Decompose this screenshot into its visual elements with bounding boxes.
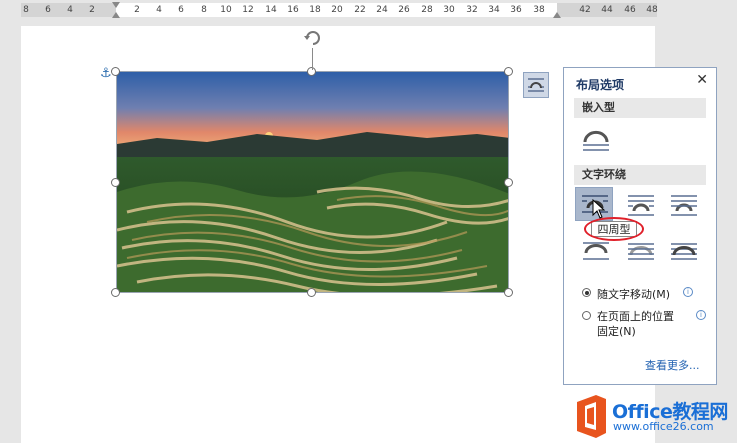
watermark-url: www.office26.com (613, 420, 714, 433)
in-front-text-option[interactable] (665, 235, 703, 269)
rotate-icon[interactable] (302, 27, 324, 49)
ruler-tick: 30 (443, 5, 455, 15)
move-with-text-radio[interactable] (582, 288, 591, 297)
resize-handle-bottom[interactable] (307, 288, 316, 297)
ruler-tick: 14 (265, 5, 277, 15)
fix-position-radio[interactable] (582, 311, 591, 320)
resize-handle-top-left[interactable] (111, 67, 120, 76)
first-line-indent-marker[interactable] (112, 2, 120, 8)
ruler-tick: 10 (220, 5, 232, 15)
close-icon[interactable]: ✕ (696, 72, 708, 88)
ruler-tick: 48 (646, 5, 658, 15)
behind-text-icon (628, 243, 654, 260)
inline-wrap-icon (583, 130, 609, 151)
layout-options-button[interactable] (523, 72, 549, 98)
anchor-icon: ⚓ (100, 66, 112, 81)
move-with-text-label: 随文字移动(M) (597, 288, 671, 301)
ruler-tick: 8 (23, 5, 29, 15)
horizontal-ruler[interactable]: 8 6 4 2 2 4 6 8 10 12 14 16 18 20 22 24 … (0, 0, 737, 20)
info-icon[interactable]: i (683, 287, 693, 297)
inline-section-header: 嵌入型 (574, 98, 706, 118)
selected-picture[interactable] (116, 71, 509, 293)
resize-handle-right[interactable] (504, 178, 513, 187)
ruler-tick: 2 (89, 5, 95, 15)
panel-title: 布局选项 (576, 78, 625, 92)
ruler-tick: 18 (309, 5, 321, 15)
ruler-tick: 26 (398, 5, 410, 15)
resize-handle-top-right[interactable] (504, 67, 513, 76)
through-wrap-option[interactable] (665, 189, 703, 223)
see-more-link[interactable]: 查看更多... (645, 357, 700, 373)
ruler-tick: 4 (156, 5, 162, 15)
ruler-tick: 20 (331, 5, 343, 15)
mouse-cursor-icon (592, 199, 606, 219)
terrace-landscape-image (117, 72, 508, 292)
inline-wrap-option[interactable] (577, 122, 615, 156)
hanging-indent-marker[interactable] (112, 12, 120, 18)
resize-handle-bottom-left[interactable] (111, 288, 120, 297)
rotation-stem (312, 48, 313, 70)
wrap-section-header: 文字环绕 (574, 165, 706, 185)
layout-options-icon (528, 78, 544, 92)
move-with-text-option[interactable]: 随文字移动(M) (582, 286, 670, 302)
info-icon[interactable]: i (696, 310, 706, 320)
behind-text-option[interactable] (622, 235, 660, 269)
ruler-tick: 4 (67, 5, 73, 15)
ruler-tick: 38 (533, 5, 545, 15)
ruler-tick: 16 (287, 5, 299, 15)
ruler-tick: 36 (510, 5, 522, 15)
ruler-tick: 6 (45, 5, 51, 15)
ruler-tick: 2 (134, 5, 140, 15)
ruler-tick: 44 (601, 5, 613, 15)
highlight-circle (584, 217, 644, 241)
resize-handle-bottom-right[interactable] (504, 288, 513, 297)
ruler-tick: 24 (376, 5, 388, 15)
ruler-tick: 28 (421, 5, 433, 15)
ruler-tick: 34 (488, 5, 500, 15)
through-wrap-icon (671, 195, 697, 216)
ruler-tick: 22 (354, 5, 366, 15)
ruler-tick: 42 (579, 5, 591, 15)
ruler-tick: 12 (242, 5, 254, 15)
ruler-tick: 32 (466, 5, 478, 15)
ruler-tick: 46 (624, 5, 636, 15)
fix-position-option[interactable]: 在页面上的位置 固定(N) (582, 309, 674, 339)
in-front-text-icon (671, 243, 697, 260)
fix-position-label-line2: 固定(N) (597, 325, 636, 338)
resize-handle-left[interactable] (111, 178, 120, 187)
ruler-tick: 6 (178, 5, 184, 15)
fix-position-label-line1: 在页面上的位置 (597, 310, 674, 323)
right-indent-marker[interactable] (553, 12, 561, 18)
ruler-tick: 8 (201, 5, 207, 15)
